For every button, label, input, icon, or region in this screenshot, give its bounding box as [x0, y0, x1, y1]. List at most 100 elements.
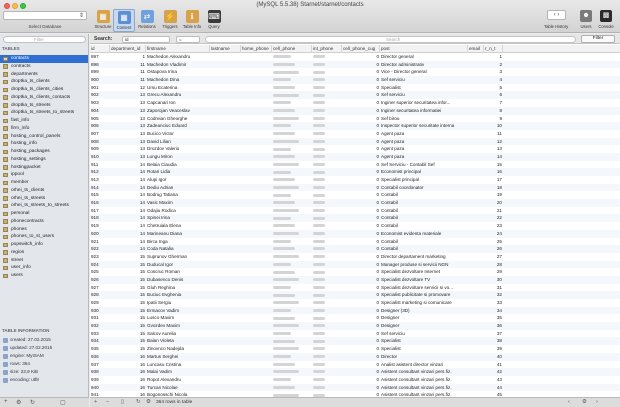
- table-row[interactable]: 901 12 Ursu Ecaterina 0 Specialist 5: [90, 84, 620, 92]
- cell-cell-phone-cug[interactable]: 0: [342, 230, 380, 238]
- cell-firstname[interactable]: Bodrug Tatiana: [146, 191, 210, 199]
- cell-cell-phone-cug[interactable]: 0: [342, 238, 380, 246]
- sidebar-table-item[interactable]: hosting_packages: [0, 148, 88, 156]
- cell-cell-phone-cug[interactable]: 0: [342, 53, 380, 61]
- cell-lastname[interactable]: [210, 299, 241, 307]
- cell-r-n-t[interactable]: 26: [484, 245, 503, 253]
- cell-firstname[interactable]: Ipatii Sergiu: [146, 299, 210, 307]
- table-row[interactable]: 935 15 Zinovnco Nadejda 0 Specialist 39: [90, 345, 620, 353]
- cell-firstname[interactable]: Zadeanciuc Eduard: [146, 122, 210, 130]
- cell-id[interactable]: 898: [90, 61, 110, 69]
- cell-home-phone[interactable]: [241, 307, 272, 315]
- cell-cell-phone-cug[interactable]: 0: [342, 376, 380, 384]
- cell-lastname[interactable]: [210, 307, 241, 315]
- table-row[interactable]: 931 15 Lusco Maxim 0 Designer 35: [90, 314, 620, 322]
- cell-email[interactable]: [468, 299, 484, 307]
- cell-post[interactable]: Contabil: [380, 222, 468, 230]
- sidebar-table-item[interactable]: droptka_ts_streets_to_streets: [0, 109, 88, 117]
- table-row[interactable]: 934 15 Balan Violeta 0 Specialist 38: [90, 337, 620, 346]
- cell-firstname[interactable]: Vasic Maxim: [146, 199, 210, 207]
- cell-post[interactable]: Contabil: [380, 238, 468, 246]
- cell-department-id[interactable]: 15: [110, 276, 146, 284]
- cell-department-id[interactable]: 15: [110, 253, 146, 261]
- cell-r-n-t[interactable]: 4: [484, 76, 503, 84]
- cell-id[interactable]: 939: [90, 376, 110, 384]
- cell-firstname[interactable]: Malai Vadim: [146, 368, 210, 376]
- table-row[interactable]: 925 15 Coscruc Roman 0 Specialist dezvoltare…: [90, 268, 620, 276]
- cell-r-n-t[interactable]: 24: [484, 230, 503, 238]
- cell-home-phone[interactable]: [241, 191, 272, 199]
- cell-r-n-t[interactable]: 12: [484, 138, 503, 146]
- cell-cell-phone[interactable]: [272, 53, 312, 61]
- cell-id[interactable]: 901: [90, 84, 110, 92]
- cell-int-phone[interactable]: [312, 307, 342, 315]
- cell-firstname[interactable]: David Lilian: [146, 138, 210, 146]
- cell-home-phone[interactable]: [241, 299, 272, 307]
- cell-department-id[interactable]: 13: [110, 91, 146, 99]
- cell-int-phone[interactable]: [312, 84, 342, 92]
- cell-post[interactable]: Asistent consultant vinzari pers.fiz.: [380, 376, 468, 384]
- sidebar-table-item[interactable]: region: [0, 249, 88, 257]
- cell-id[interactable]: 911: [90, 161, 110, 169]
- cell-home-phone[interactable]: [241, 153, 272, 161]
- cell-home-phone[interactable]: [241, 330, 272, 338]
- cell-department-id[interactable]: 15: [110, 268, 146, 276]
- cell-cell-phone-cug[interactable]: 0: [342, 222, 380, 230]
- cell-lastname[interactable]: [210, 145, 241, 153]
- cell-firstname[interactable]: Luncasu Cristina: [146, 361, 210, 369]
- cell-cell-phone-cug[interactable]: 0: [342, 361, 380, 369]
- table-row[interactable]: 928 15 Buciuc Evghenia 0 Specialist publicit…: [90, 291, 620, 299]
- cell-post[interactable]: Analist asistent director vinzari: [380, 361, 468, 369]
- cell-cell-phone[interactable]: [272, 230, 312, 238]
- cell-id[interactable]: 918: [90, 214, 110, 222]
- cell-lastname[interactable]: [210, 122, 241, 130]
- cell-r-n-t[interactable]: 27: [484, 253, 503, 261]
- table-info-button[interactable]: ℹ Table Info: [181, 9, 203, 32]
- cell-lastname[interactable]: [210, 153, 241, 161]
- cell-department-id[interactable]: 15: [110, 322, 146, 330]
- cell-email[interactable]: [468, 76, 484, 84]
- cell-email[interactable]: [468, 368, 484, 376]
- cell-int-phone[interactable]: [312, 207, 342, 215]
- table-row[interactable]: 905 13 Codreian Gheorghe 0 Sef birou 9: [90, 115, 620, 123]
- cell-lastname[interactable]: [210, 91, 241, 99]
- cell-cell-phone[interactable]: [272, 161, 312, 169]
- table-filter-input[interactable]: Filter: [3, 36, 86, 43]
- structure-button[interactable]: ▦ Structure: [92, 9, 114, 32]
- cell-int-phone[interactable]: [312, 384, 342, 392]
- toggle-info-icon[interactable]: ▢: [60, 399, 66, 406]
- column-header[interactable]: int_phone: [312, 45, 342, 53]
- cell-cell-phone[interactable]: [272, 145, 312, 153]
- cell-post[interactable]: Designer: [380, 314, 468, 322]
- table-row[interactable]: 897 1 Machedon Alexandru 0 Director general 1: [90, 53, 620, 61]
- cell-department-id[interactable]: 13: [110, 99, 146, 107]
- cell-id[interactable]: 909: [90, 145, 110, 153]
- cell-cell-phone-cug[interactable]: 0: [342, 268, 380, 276]
- cell-post[interactable]: Director: [380, 353, 468, 361]
- cell-r-n-t[interactable]: 37: [484, 330, 503, 338]
- cell-cell-phone-cug[interactable]: 0: [342, 314, 380, 322]
- cell-cell-phone[interactable]: [272, 199, 312, 207]
- cell-int-phone[interactable]: [312, 261, 342, 269]
- column-header[interactable]: lastname: [210, 45, 241, 53]
- cell-cell-phone-cug[interactable]: 0: [342, 284, 380, 292]
- cell-cell-phone[interactable]: [272, 361, 312, 369]
- cell-home-phone[interactable]: [241, 245, 272, 253]
- cell-cell-phone[interactable]: [272, 138, 312, 146]
- table-row[interactable]: 900 11 Machedon Dina 0 Sef serviciu 4: [90, 76, 620, 84]
- cell-post[interactable]: Contabil: [380, 191, 468, 199]
- cell-home-phone[interactable]: [241, 222, 272, 230]
- cell-lastname[interactable]: [210, 261, 241, 269]
- cell-post[interactable]: Specialist: [380, 345, 468, 353]
- cell-cell-phone[interactable]: [272, 307, 312, 315]
- cell-post[interactable]: Agent paza: [380, 145, 468, 153]
- cell-id[interactable]: 917: [90, 207, 110, 215]
- cell-cell-phone-cug[interactable]: 0: [342, 299, 380, 307]
- cell-cell-phone-cug[interactable]: 0: [342, 337, 380, 345]
- users-button[interactable]: ☻ Users: [578, 9, 594, 29]
- cell-post[interactable]: Director administrativ: [380, 61, 468, 69]
- table-row[interactable]: 924 15 Duducal Igor 0 Manager produse si ser…: [90, 260, 620, 269]
- cell-id[interactable]: 923: [90, 253, 110, 261]
- table-row[interactable]: 930 15 Ermacov Vadim 0 Designer (3D) 34: [90, 306, 620, 315]
- cell-cell-phone-cug[interactable]: 0: [342, 330, 380, 338]
